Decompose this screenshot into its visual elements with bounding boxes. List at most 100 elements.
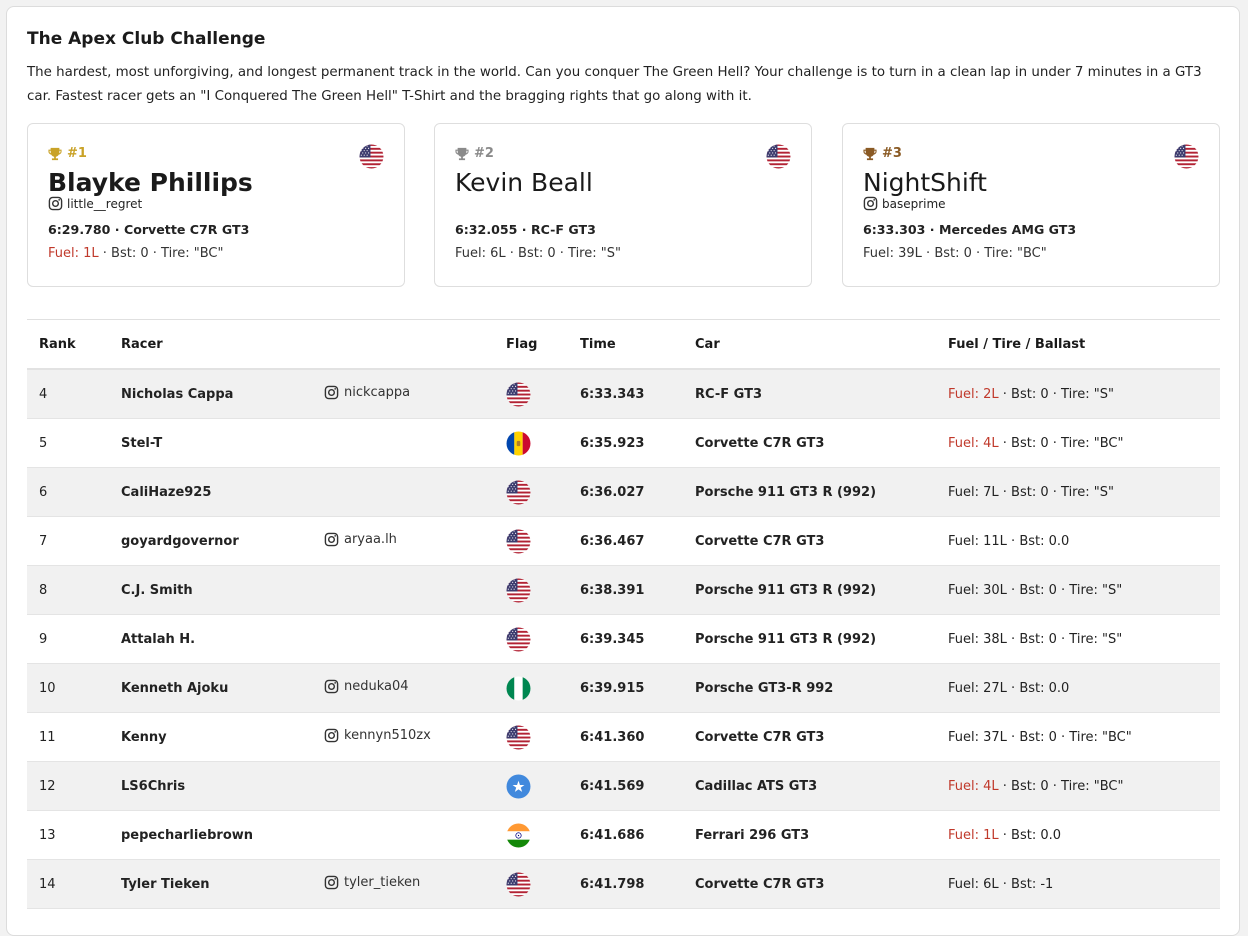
instagram-link[interactable]: nickcappa <box>324 385 410 400</box>
setup-rest: · Bst: 0 · Tire: "BC" <box>921 246 1047 261</box>
racer-name: Tyler Tieken <box>109 859 312 909</box>
setup-cell: Fuel: 4L · Bst: 0 · Tire: "BC" <box>936 418 1220 468</box>
podium-racer-name: Kevin Beall <box>455 168 593 197</box>
header-instagram <box>312 319 494 370</box>
setup-rest: · Bst: 0.0 <box>1006 533 1070 549</box>
rank-cell: 4 <box>27 369 109 419</box>
fuel-value: Fuel: 6L <box>948 876 999 892</box>
instagram-handle: neduka04 <box>344 678 409 694</box>
setup-cell: Fuel: 4L · Bst: 0 · Tire: "BC" <box>936 761 1220 811</box>
flag-us-icon <box>506 725 531 750</box>
setup-rest: · Bst: 0 · Tire: "BC" <box>998 435 1124 451</box>
podium-setup: Fuel: 1L · Bst: 0 · Tire: "BC" <box>48 246 223 261</box>
racer-name: Kenny <box>109 712 312 762</box>
instagram-link[interactable]: tyler_tieken <box>324 875 420 890</box>
instagram-icon <box>324 728 339 742</box>
lap-time: 6:41.798 <box>568 859 683 909</box>
instagram-handle: nickcappa <box>344 384 411 400</box>
car-name: Porsche 911 GT3 R (992) <box>683 614 936 664</box>
car-name: Corvette C7R GT3 <box>683 418 936 468</box>
instagram-link[interactable]: baseprime <box>863 196 946 211</box>
fuel-value: Fuel: 4L <box>948 435 999 451</box>
racer-name: Kenneth Ajoku <box>109 663 312 713</box>
fuel-value: Fuel: 27L <box>948 680 1007 696</box>
table-body: 4 Nicholas Cappa nickcappa 6:33.343 RC-F GT3… <box>27 369 1220 909</box>
setup-cell: Fuel: 11L · Bst: 0.0 <box>936 516 1220 566</box>
podium-card-third: #3 NightShift baseprime 6:33.303 · Merce… <box>842 123 1220 287</box>
rank-cell: 8 <box>27 565 109 615</box>
instagram-link[interactable]: little__regret <box>48 196 142 211</box>
car-name: Cadillac ATS GT3 <box>683 761 936 811</box>
flag-cell <box>494 810 568 860</box>
table-row: 12 LS6Chris 6:41.569 Cadillac ATS GT3 Fuel: … <box>27 761 1220 811</box>
header-row: Rank Racer Flag Time Car Fuel / Tire / B… <box>27 319 1220 370</box>
instagram-cell: nickcappa <box>312 369 494 419</box>
fuel-value: Fuel: 37L <box>948 729 1007 745</box>
instagram-link[interactable]: neduka04 <box>324 679 409 694</box>
rank-cell: 12 <box>27 761 109 811</box>
header-time[interactable]: Time <box>568 319 683 370</box>
header-rank[interactable]: Rank <box>27 319 109 370</box>
podium-rank: #1 <box>48 146 87 161</box>
flag-cell <box>494 418 568 468</box>
fuel-value: Fuel: 38L <box>948 631 1007 647</box>
fuel-value: Fuel: 6L <box>455 246 506 261</box>
podium-time-car: 6:33.303 · Mercedes AMG GT3 <box>863 222 1077 237</box>
podium-time-car: 6:29.780 · Corvette C7R GT3 <box>48 222 250 237</box>
flag-us-icon <box>506 382 531 407</box>
car-name: Porsche 911 GT3 R (992) <box>683 565 936 615</box>
header-setup[interactable]: Fuel / Tire / Ballast <box>936 319 1220 370</box>
setup-cell: Fuel: 7L · Bst: 0 · Tire: "S" <box>936 467 1220 517</box>
setup-cell: Fuel: 2L · Bst: 0 · Tire: "S" <box>936 369 1220 419</box>
lap-time: 6:41.686 <box>568 810 683 860</box>
rank-cell: 6 <box>27 467 109 517</box>
lap-time: 6:41.569 <box>568 761 683 811</box>
table-row: 7 goyardgovernor aryaa.lh 6:36.467 Corvette … <box>27 516 1220 566</box>
racer-name: Attalah H. <box>109 614 312 664</box>
flag-us-icon <box>359 144 384 169</box>
car-name: Ferrari 296 GT3 <box>683 810 936 860</box>
racer-name: pepecharliebrown <box>109 810 312 860</box>
fuel-value: Fuel: 2L <box>948 386 999 402</box>
flag-md-icon <box>506 431 531 456</box>
setup-rest: · Bst: 0 · Tire: "S" <box>998 484 1114 500</box>
instagram-link[interactable]: kennyn510zx <box>324 728 431 743</box>
instagram-handle: little__regret <box>67 196 143 211</box>
flag-cell <box>494 516 568 566</box>
instagram-cell <box>312 614 494 664</box>
flag-cell <box>494 761 568 811</box>
header-flag[interactable]: Flag <box>494 319 568 370</box>
flag-so-icon <box>506 774 531 799</box>
lap-time: 6:36.467 <box>568 516 683 566</box>
flag-in-icon <box>506 823 531 848</box>
header-car[interactable]: Car <box>683 319 936 370</box>
header-racer[interactable]: Racer <box>109 319 312 370</box>
flag-us-icon <box>506 578 531 603</box>
setup-cell: Fuel: 6L · Bst: -1 <box>936 859 1220 909</box>
instagram-link[interactable]: aryaa.lh <box>324 532 397 547</box>
podium-card-first: #1 Blayke Phillips little__regret 6:29.7… <box>27 123 405 287</box>
rank-cell: 9 <box>27 614 109 664</box>
table-row: 9 Attalah H. 6:39.345 Porsche 911 GT3 R (99… <box>27 614 1220 664</box>
podium-time-car: 6:32.055 · RC-F GT3 <box>455 222 596 237</box>
setup-rest: · Bst: 0.0 <box>1006 680 1070 696</box>
fuel-value: Fuel: 4L <box>948 778 999 794</box>
flag-us-icon <box>766 144 791 169</box>
instagram-icon <box>324 875 339 889</box>
instagram-cell: tyler_tieken <box>312 859 494 909</box>
fuel-value: Fuel: 7L <box>948 484 999 500</box>
rank-cell: 14 <box>27 859 109 909</box>
instagram-icon <box>48 196 63 211</box>
setup-rest: · Bst: 0 · Tire: "S" <box>1006 582 1123 598</box>
instagram-handle: tyler_tieken <box>344 874 421 890</box>
setup-cell: Fuel: 27L · Bst: 0.0 <box>936 663 1220 713</box>
podium-card-second: #2 Kevin Beall 6:32.055 · RC-F GT3 Fuel:… <box>434 123 812 287</box>
table-row: 10 Kenneth Ajoku neduka04 6:39.915 Porsche G… <box>27 663 1220 713</box>
challenge-panel: The Apex Club Challenge The hardest, mos… <box>6 6 1240 936</box>
podium-rank-label: #3 <box>882 146 902 161</box>
flag-cell <box>494 663 568 713</box>
instagram-cell: aryaa.lh <box>312 516 494 566</box>
car-name: Corvette C7R GT3 <box>683 712 936 762</box>
table-row: 14 Tyler Tieken tyler_tieken 6:41.798 Corvet… <box>27 859 1220 909</box>
flag-cell <box>494 614 568 664</box>
